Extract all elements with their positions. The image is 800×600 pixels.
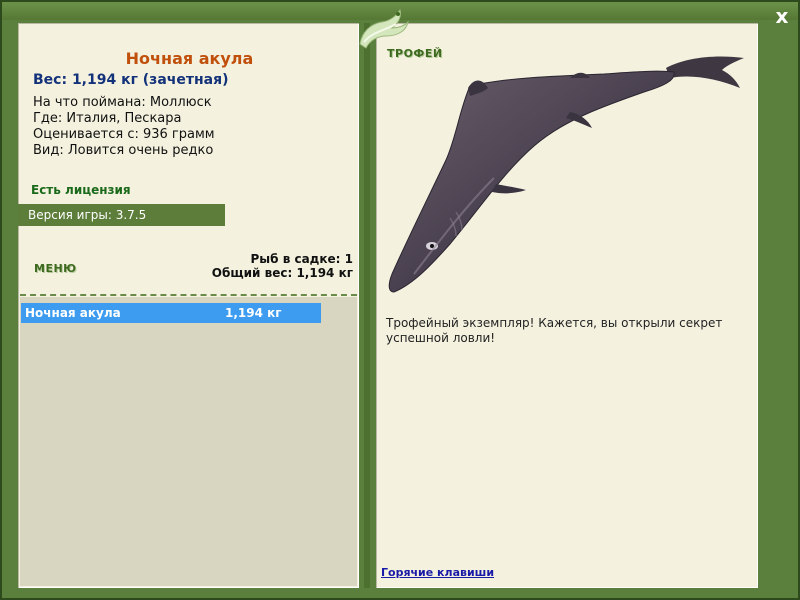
list-item[interactable]: Ночная акула 1,194 кг bbox=[21, 303, 321, 323]
fish-weight: Вес: 1,194 кг (зачетная) bbox=[33, 72, 229, 88]
keepnet-count: Рыб в садке: 1 bbox=[250, 252, 354, 266]
rarity-info: Вид: Ловится очень редко bbox=[33, 143, 214, 158]
fish-details: На что поймана: Моллюск Где: Италия, Пес… bbox=[33, 95, 215, 159]
min-weight-info: Оценивается с: 936 грамм bbox=[33, 127, 215, 142]
catch-list-panel bbox=[20, 297, 357, 586]
hotkeys-link[interactable]: Горячие клавиши bbox=[381, 566, 494, 579]
trophy-description: Трофейный экземпляр! Кажется, вы открыли… bbox=[386, 316, 723, 345]
keepnet-summary: Рыб в садке: 1 Общий вес: 1,194 кг bbox=[212, 252, 353, 280]
fish-image bbox=[388, 56, 744, 293]
panel-divider bbox=[364, 23, 370, 588]
close-button[interactable]: x bbox=[771, 5, 793, 27]
bait-info: На что поймана: Моллюск bbox=[33, 95, 212, 110]
fish-name-title: Ночная акула bbox=[125, 49, 254, 68]
list-item-weight: 1,194 кг bbox=[225, 306, 282, 320]
menu-separator bbox=[20, 294, 357, 296]
menu-heading: МЕНЮ bbox=[34, 262, 77, 275]
game-version: Версия игры: 3.7.5 bbox=[18, 204, 225, 226]
list-item-name: Ночная акула bbox=[25, 306, 121, 320]
location-info: Где: Италия, Пескара bbox=[33, 111, 182, 126]
license-status: Есть лицензия bbox=[31, 183, 131, 197]
keepnet-total-weight: Общий вес: 1,194 кг bbox=[211, 266, 353, 280]
